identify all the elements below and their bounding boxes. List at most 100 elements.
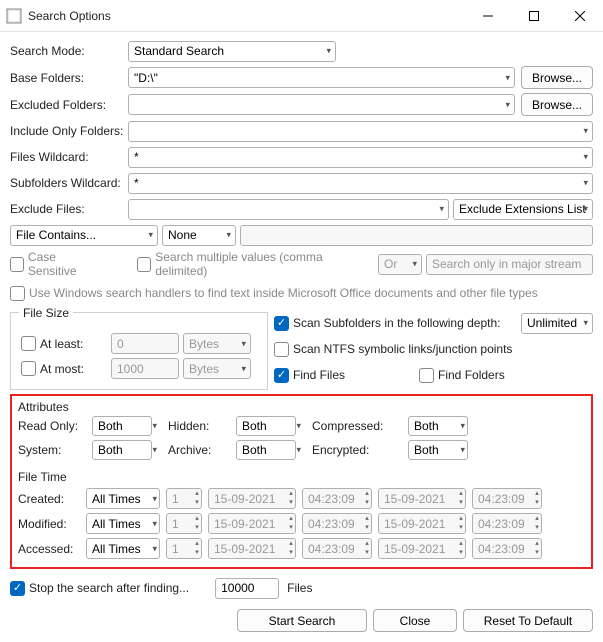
file-size-legend: File Size: [19, 306, 73, 320]
find-folders-checkbox[interactable]: [419, 368, 434, 383]
spin-down-icon[interactable]: ▾: [286, 549, 296, 557]
spin-up-icon[interactable]: ▴: [286, 515, 296, 523]
modified-label: Modified:: [18, 517, 82, 531]
accessed-date-to-input[interactable]: [378, 538, 466, 559]
spin-down-icon[interactable]: ▾: [456, 524, 466, 532]
spin-up-icon[interactable]: ▴: [286, 540, 296, 548]
win-handlers-checkbox[interactable]: [10, 286, 25, 301]
spin-down-icon[interactable]: ▾: [532, 524, 542, 532]
system-label: System:: [18, 443, 86, 457]
spin-up-icon[interactable]: ▴: [456, 515, 466, 523]
depth-select[interactable]: [521, 313, 593, 334]
created-date-to-input[interactable]: [378, 488, 466, 509]
spin-down-icon[interactable]: ▾: [362, 524, 372, 532]
case-sensitive-checkbox[interactable]: [10, 257, 24, 272]
scan-ntfs-checkbox[interactable]: [274, 342, 289, 357]
spin-up-icon[interactable]: ▴: [286, 490, 296, 498]
spin-down-icon[interactable]: ▾: [192, 549, 202, 557]
close-button[interactable]: [557, 1, 603, 31]
spin-down-icon[interactable]: ▾: [532, 549, 542, 557]
spin-up-icon[interactable]: ▴: [362, 540, 372, 548]
spin-up-icon[interactable]: ▴: [456, 490, 466, 498]
excluded-folders-label: Excluded Folders:: [10, 98, 128, 112]
created-range-select[interactable]: [86, 488, 160, 509]
spin-up-icon[interactable]: ▴: [456, 540, 466, 548]
spin-up-icon[interactable]: ▴: [532, 540, 542, 548]
browse-base-button[interactable]: Browse...: [521, 66, 593, 89]
stop-after-label: Stop the search after finding...: [29, 581, 189, 595]
exclude-extensions-select[interactable]: [453, 199, 593, 220]
app-icon: [6, 8, 22, 24]
spin-up-icon[interactable]: ▴: [362, 515, 372, 523]
spin-down-icon[interactable]: ▾: [456, 499, 466, 507]
file-contains-opt-select[interactable]: [162, 225, 236, 246]
archive-label: Archive:: [168, 443, 230, 457]
file-contains-value-input[interactable]: [240, 225, 593, 246]
dialog-content: Search Mode: ▾ Base Folders: ▾ Browse...…: [0, 32, 603, 642]
spin-down-icon[interactable]: ▾: [362, 499, 372, 507]
base-folders-input[interactable]: [128, 67, 515, 88]
search-mode-select[interactable]: [128, 41, 336, 62]
reset-default-button[interactable]: Reset To Default: [463, 609, 593, 632]
spin-down-icon[interactable]: ▾: [286, 499, 296, 507]
at-least-checkbox[interactable]: [21, 336, 36, 351]
created-date-from-input[interactable]: [208, 488, 296, 509]
files-wildcard-input[interactable]: [128, 147, 593, 168]
maximize-button[interactable]: [511, 1, 557, 31]
excluded-folders-input[interactable]: [128, 94, 515, 115]
hidden-select[interactable]: [236, 416, 296, 436]
spin-down-icon[interactable]: ▾: [456, 549, 466, 557]
find-files-checkbox[interactable]: [274, 368, 289, 383]
multi-values-checkbox[interactable]: [137, 257, 151, 272]
accessed-date-from-input[interactable]: [208, 538, 296, 559]
archive-select[interactable]: [236, 440, 296, 460]
close-dialog-button[interactable]: Close: [373, 609, 457, 632]
created-label: Created:: [18, 492, 82, 506]
file-contains-select[interactable]: [10, 225, 158, 246]
spin-down-icon[interactable]: ▾: [532, 499, 542, 507]
spin-down-icon[interactable]: ▾: [192, 524, 202, 532]
modified-date-from-input[interactable]: [208, 513, 296, 534]
attributes-legend: Attributes: [18, 400, 585, 414]
at-most-checkbox[interactable]: [21, 361, 36, 376]
spin-down-icon[interactable]: ▾: [362, 549, 372, 557]
at-most-unit-select[interactable]: [183, 358, 251, 379]
compressed-label: Compressed:: [312, 419, 402, 433]
window-title: Search Options: [28, 9, 465, 23]
encrypted-select[interactable]: [408, 440, 468, 460]
find-folders-label: Find Folders: [438, 368, 505, 382]
spin-down-icon[interactable]: ▾: [286, 524, 296, 532]
spin-up-icon[interactable]: ▴: [532, 490, 542, 498]
at-most-input[interactable]: [111, 358, 179, 379]
minimize-button[interactable]: [465, 1, 511, 31]
spin-up-icon[interactable]: ▴: [192, 490, 202, 498]
exclude-files-input[interactable]: [128, 199, 449, 220]
start-search-button[interactable]: Start Search: [237, 609, 367, 632]
accessed-range-select[interactable]: [86, 538, 160, 559]
spin-up-icon[interactable]: ▴: [192, 515, 202, 523]
include-only-input[interactable]: [128, 121, 593, 142]
spin-up-icon[interactable]: ▴: [362, 490, 372, 498]
scan-subfolders-checkbox[interactable]: [274, 316, 289, 331]
hidden-label: Hidden:: [168, 419, 230, 433]
modified-range-select[interactable]: [86, 513, 160, 534]
major-streams-input[interactable]: [426, 254, 593, 275]
subfolders-wildcard-input[interactable]: [128, 173, 593, 194]
stop-after-input[interactable]: [215, 578, 279, 599]
read-only-select[interactable]: [92, 416, 152, 436]
compressed-select[interactable]: [408, 416, 468, 436]
case-sensitive-label: Case Sensitive: [28, 250, 101, 278]
stop-after-checkbox[interactable]: [10, 581, 25, 596]
modified-date-to-input[interactable]: [378, 513, 466, 534]
spin-down-icon[interactable]: ▾: [192, 499, 202, 507]
encrypted-label: Encrypted:: [312, 443, 402, 457]
browse-excluded-button[interactable]: Browse...: [521, 93, 593, 116]
or-select[interactable]: [378, 254, 422, 275]
at-least-unit-select[interactable]: [183, 333, 251, 354]
spin-up-icon[interactable]: ▴: [532, 515, 542, 523]
at-least-input[interactable]: [111, 333, 179, 354]
spin-up-icon[interactable]: ▴: [192, 540, 202, 548]
system-select[interactable]: [92, 440, 152, 460]
files-wildcard-label: Files Wildcard:: [10, 150, 128, 164]
file-size-group: File Size At least: ▾ At most: ▾: [10, 312, 268, 390]
